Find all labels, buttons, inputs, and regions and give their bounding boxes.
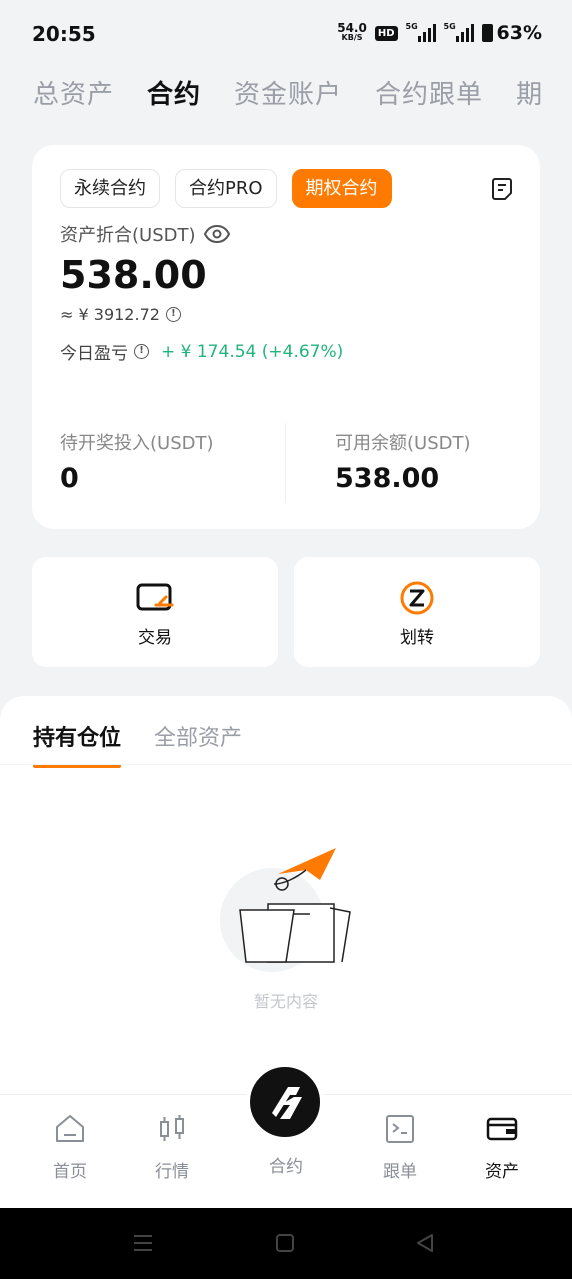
pnl-label: 今日盈亏 (60, 344, 128, 364)
contract-type-chips: 永续合约 合约PRO 期权合约 (60, 169, 392, 208)
system-nav-bar (0, 1208, 572, 1279)
menu-icon[interactable] (132, 1232, 154, 1254)
nav-assets[interactable]: 资产 (462, 1113, 542, 1182)
tab-total-assets[interactable]: 总资产 (33, 74, 114, 111)
network-speed-value: 54.0 (337, 21, 367, 35)
back-icon[interactable] (414, 1232, 436, 1254)
info-icon[interactable]: ! (165, 307, 181, 322)
balance-label-row: 资产折合(USDT) (60, 221, 230, 247)
network-speed-unit: KB/S (341, 33, 363, 42)
chip-contract-pro[interactable]: 合约PRO (175, 169, 277, 208)
top-tabs: 总资产 合约 资金账户 合约跟单 期 (33, 74, 572, 111)
battery-indicator: 63% (481, 22, 542, 44)
asset-card: 永续合约 合约PRO 期权合约 资产折合(USDT) 538.00 ≈ ¥ 39… (32, 145, 540, 529)
empty-state-text: 暂无内容 (253, 992, 318, 1011)
balance-label: 资产折合(USDT) (60, 225, 196, 246)
network-speed: 54.0 KB/S (337, 21, 367, 43)
trade-button[interactable]: 交易 (32, 557, 278, 667)
approx-row: ≈ ¥ 3912.72 ! (60, 305, 181, 324)
signal-label: 5G (405, 22, 418, 31)
copy-trade-icon (386, 1115, 414, 1143)
bottom-nav: 首页 行情 合约 跟单 资产 (0, 1063, 572, 1208)
transfer-label: 划转 (400, 628, 434, 648)
stats-divider (285, 423, 286, 503)
eye-icon[interactable] (203, 225, 230, 243)
balance-value: 538.00 (60, 253, 207, 297)
transfer-button[interactable]: 划转 (294, 557, 540, 667)
chip-perpetual[interactable]: 永续合约 (60, 169, 160, 208)
nav-home[interactable]: 首页 (30, 1113, 110, 1182)
status-indicators: 54.0 KB/S HD 5G 5G 63% (337, 22, 542, 44)
nav-contract-label[interactable]: 合约 (246, 1152, 326, 1177)
candlestick-icon (160, 1115, 184, 1141)
tabs-divider (0, 764, 572, 765)
nav-home-label: 首页 (53, 1162, 87, 1182)
trade-label: 交易 (138, 628, 172, 648)
pending-label: 待开奖投入(USDT) (60, 433, 214, 454)
positions-tabs: 持有仓位 全部资产 (33, 720, 242, 768)
battery-icon (481, 24, 493, 42)
nav-assets-label: 资产 (485, 1162, 519, 1182)
tab-contract[interactable]: 合约 (147, 74, 201, 111)
signal-icon: 5G (405, 22, 436, 42)
empty-state-illustration (220, 848, 351, 972)
pending-value: 0 (60, 463, 79, 494)
available-value: 538.00 (335, 463, 440, 494)
pnl-info-icon[interactable]: ! (134, 344, 149, 359)
approx-cny-value: ≈ ¥ 3912.72 (60, 305, 160, 324)
nav-market[interactable]: 行情 (132, 1113, 212, 1182)
contract-center-button[interactable] (246, 1063, 324, 1141)
signal-icon-2: 5G (443, 22, 474, 42)
battery-level: 63% (496, 22, 542, 44)
wallet-icon (486, 1117, 518, 1141)
transfer-icon (400, 581, 434, 615)
pnl-row: 今日盈亏 ! + ¥ 174.54 (+4.67%) (60, 339, 344, 365)
available-label: 可用余额(USDT) (335, 433, 471, 454)
nav-market-label: 行情 (155, 1162, 189, 1182)
status-bar: 20:55 54.0 KB/S HD 5G 5G 63% (0, 0, 572, 62)
trade-icon (136, 583, 174, 611)
pnl-value: + ¥ 174.54 (+4.67%) (161, 341, 344, 362)
tab-funding-account[interactable]: 资金账户 (234, 74, 342, 111)
contract-logo-icon (272, 1087, 302, 1119)
home-icon (56, 1115, 84, 1142)
tab-copy-trading[interactable]: 合约跟单 (375, 74, 483, 111)
nav-copy-label: 跟单 (383, 1162, 417, 1182)
hd-icon: HD (374, 25, 398, 41)
chip-options[interactable]: 期权合约 (291, 169, 392, 208)
tab-holdings[interactable]: 持有仓位 (33, 720, 122, 768)
records-icon[interactable] (492, 177, 514, 201)
tab-options-partial[interactable]: 期 (516, 74, 543, 111)
home-square-icon[interactable] (274, 1232, 296, 1254)
status-time: 20:55 (32, 22, 96, 46)
signal-label-2: 5G (443, 22, 456, 31)
positions-panel: 持有仓位 全部资产 暂无内容 (0, 696, 572, 1116)
tab-all-assets[interactable]: 全部资产 (154, 720, 242, 768)
nav-copy[interactable]: 跟单 (360, 1113, 440, 1182)
